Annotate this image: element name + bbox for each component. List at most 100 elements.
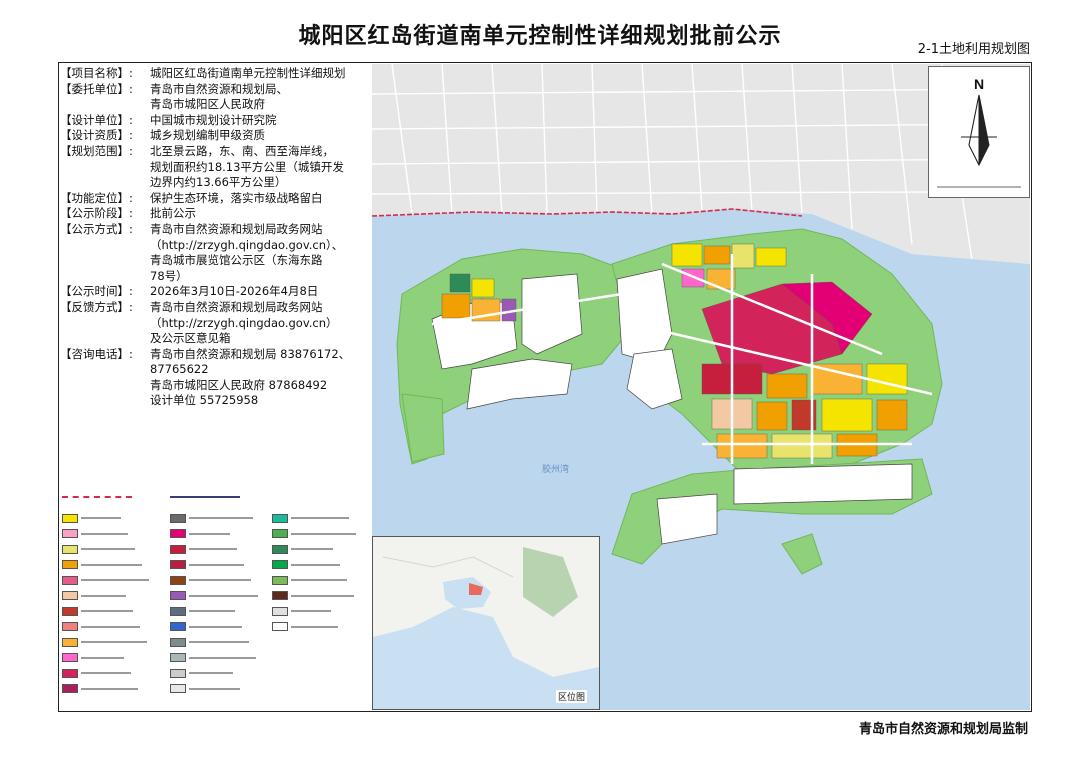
legend-swatch xyxy=(62,560,78,569)
info-value: 城阳区红岛街道南单元控制性详细规划 xyxy=(150,66,346,80)
info-value: 青岛市自然资源和规划局、 青岛市城阳区人民政府 xyxy=(150,81,288,112)
legend-swatch xyxy=(62,513,78,523)
info-value: 批前公示 xyxy=(150,206,196,221)
legend-item xyxy=(170,622,242,631)
legend-swatch xyxy=(170,653,186,662)
legend-text-line xyxy=(189,579,251,581)
legend-swatch xyxy=(272,591,288,600)
info-value: 青岛市自然资源和规划局政务网站 （http://zrzygh.qingdao.g… xyxy=(150,221,344,283)
legend-item xyxy=(62,622,140,631)
legend-text-line xyxy=(189,594,258,597)
info-key: 【公示阶段】: xyxy=(60,206,133,221)
legend-swatch xyxy=(170,575,186,585)
legend-text-line xyxy=(291,548,333,550)
legend-line-sample xyxy=(170,496,240,498)
legend-text-line xyxy=(291,579,347,581)
legend-item xyxy=(62,544,135,554)
legend-swatch xyxy=(170,637,186,647)
legend-item xyxy=(272,622,338,631)
legend-text-line xyxy=(189,517,253,519)
legend-swatch xyxy=(272,544,288,554)
legend-swatch xyxy=(272,575,288,585)
legend-item xyxy=(272,575,347,585)
info-key: 【规划范围】: xyxy=(60,143,133,158)
legend-text-line xyxy=(81,594,126,597)
legend-swatch xyxy=(62,575,78,585)
legend-swatch xyxy=(272,513,288,523)
footer-credit: 青岛市自然资源和规划局监制 xyxy=(858,722,1028,737)
info-key: 【功能定位】: xyxy=(60,190,133,205)
legend-item xyxy=(62,637,147,647)
legend-swatch xyxy=(170,529,186,538)
info-row: 【公示阶段】: 批前公示 xyxy=(60,206,370,222)
legend-item xyxy=(170,529,230,538)
north-arrow-panel: N xyxy=(928,66,1030,198)
info-key: 【设计资质】: xyxy=(60,128,133,143)
legend-swatch xyxy=(170,544,186,554)
legend-item xyxy=(62,560,142,569)
legend-item xyxy=(62,653,124,662)
legend-text-line xyxy=(189,672,233,674)
legend-swatch xyxy=(62,544,78,554)
info-key: 【咨询电话】: xyxy=(60,346,133,361)
legend-item xyxy=(62,591,126,600)
legend-item xyxy=(170,606,235,616)
legend-swatch xyxy=(170,684,186,693)
legend-text-line xyxy=(81,532,128,535)
info-row: 【设计资质】: 城乡规划编制甲级资质 xyxy=(60,128,370,144)
info-row: 【公示时间】: 2026年3月10日-2026年4月8日 xyxy=(60,284,370,300)
info-row: 【委托单位】: 青岛市自然资源和规划局、 青岛市城阳区人民政府 xyxy=(60,82,370,113)
legend-item xyxy=(272,560,340,569)
legend-item xyxy=(170,591,258,600)
info-value: 青岛市自然资源和规划局 83876172、 87765622 青岛市城阳区人民政… xyxy=(150,346,351,408)
legend-text-line xyxy=(81,625,140,628)
legend-swatch xyxy=(62,684,78,693)
legend-swatch xyxy=(170,560,186,569)
legend-item xyxy=(272,544,333,554)
legend-item xyxy=(170,575,251,585)
info-row: 【设计单位】: 中国城市规划设计研究院 xyxy=(60,113,370,129)
legend-swatch xyxy=(170,606,186,616)
info-value: 保护生态环境，落实市级战略留白 xyxy=(150,190,323,205)
legend-item xyxy=(170,668,233,678)
legend-text-line xyxy=(81,563,142,566)
info-value: 中国城市规划设计研究院 xyxy=(150,112,277,127)
map-legend xyxy=(62,484,372,710)
legend-swatch xyxy=(170,591,186,600)
info-row: 【功能定位】: 保护生态环境，落实市级战略留白 xyxy=(60,191,370,207)
location-inset-map xyxy=(372,536,600,710)
legend-text-line xyxy=(189,532,230,535)
legend-text-line xyxy=(81,579,149,581)
legend-text-line xyxy=(291,610,331,612)
legend-swatch xyxy=(62,591,78,600)
legend-text-line xyxy=(81,672,131,674)
legend-item xyxy=(62,668,131,678)
legend-text-line xyxy=(81,687,138,690)
legend-item xyxy=(170,637,249,647)
info-key: 【公示时间】: xyxy=(60,284,133,299)
legend-item xyxy=(272,591,354,600)
legend-swatch xyxy=(272,560,288,569)
legend-swatch xyxy=(272,606,288,616)
legend-swatch xyxy=(170,513,186,523)
legend-swatch xyxy=(62,529,78,538)
legend-text-line xyxy=(81,656,124,659)
info-row: 【规划范围】: 北至景云路，东、南、西至海岸线， 规划面积约18.13平方公里（城… xyxy=(60,144,370,191)
legend-boundary-sample xyxy=(62,496,132,498)
legend-item xyxy=(272,529,356,538)
legend-swatch xyxy=(62,637,78,647)
legend-text-line xyxy=(189,548,237,550)
legend-item xyxy=(62,513,121,523)
legend-text-line xyxy=(189,656,256,659)
legend-swatch xyxy=(62,668,78,678)
legend-item xyxy=(170,544,237,554)
legend-text-line xyxy=(291,625,338,628)
legend-item xyxy=(170,653,256,662)
legend-text-line xyxy=(81,517,121,519)
legend-text-line xyxy=(81,548,135,550)
legend-item xyxy=(62,684,138,693)
legend-swatch xyxy=(62,606,78,616)
legend-swatch xyxy=(272,529,288,538)
info-key: 【委托单位】: xyxy=(60,81,133,96)
inset-label: 区位图 xyxy=(556,690,588,703)
